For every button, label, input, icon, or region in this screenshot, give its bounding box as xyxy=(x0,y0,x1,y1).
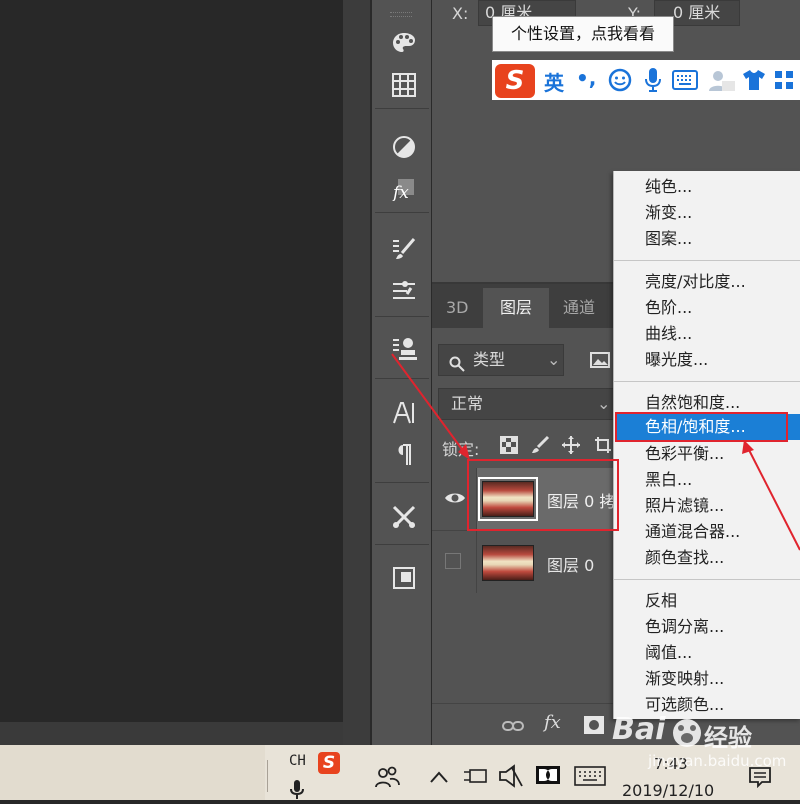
layer-style-fx-button[interactable]: fx xyxy=(544,712,561,733)
brush-presets-icon[interactable] xyxy=(391,278,417,304)
emoji-icon[interactable] xyxy=(608,68,632,96)
ime-mode-toggle[interactable]: 英 xyxy=(544,67,564,96)
tray-chevron-up-icon[interactable] xyxy=(430,768,448,787)
menu-item-gradient[interactable]: 渐变... xyxy=(645,200,692,226)
y-value: 0 厘米 xyxy=(673,3,721,22)
taskbar-lang-indicator[interactable]: CH xyxy=(289,753,306,769)
menu-item-brightness-contrast[interactable]: 亮度/对比度... xyxy=(645,269,746,295)
canvas-bottom-bar xyxy=(0,722,370,745)
soft-keyboard-icon[interactable] xyxy=(672,70,698,94)
adjustments-icon[interactable] xyxy=(391,134,417,160)
baidu-watermark: Bai xyxy=(612,712,665,747)
add-mask-icon[interactable] xyxy=(584,716,604,738)
ime-toolbar: S 英 •, xyxy=(492,60,800,100)
annotation-arrows xyxy=(391,353,800,551)
menu-item-pattern[interactable]: 图案... xyxy=(645,226,692,252)
touch-keyboard-icon[interactable] xyxy=(574,766,606,790)
ime-punctuation-toggle[interactable]: •, xyxy=(576,66,596,90)
menu-separator xyxy=(614,579,800,580)
svg-text:fx: fx xyxy=(392,183,409,201)
menu-separator xyxy=(614,260,800,261)
tab-3d[interactable]: 3D xyxy=(446,288,469,328)
tab-layers[interactable]: 图层 xyxy=(483,288,549,328)
canvas-scroll-gutter xyxy=(343,0,370,745)
user-account-icon[interactable] xyxy=(708,69,736,97)
toolbox-grid-icon[interactable] xyxy=(774,70,794,94)
skin-shirt-icon[interactable] xyxy=(742,68,766,96)
tab-3d-label: 3D xyxy=(446,298,469,317)
watermark-brand-cn: 经验 xyxy=(704,724,752,752)
tab-channels[interactable]: 通道 xyxy=(563,288,595,328)
link-layers-icon[interactable] xyxy=(502,718,524,737)
styles-fx-icon[interactable]: fx xyxy=(391,176,417,202)
menu-item-solid-color[interactable]: 纯色... xyxy=(645,174,692,200)
swatches-grid-icon[interactable] xyxy=(391,72,417,98)
network-icon[interactable] xyxy=(462,766,488,790)
tab-channels-label: 通道 xyxy=(563,298,596,317)
watermark-url: jingyan.baidu.com xyxy=(648,752,787,770)
taskbar-divider xyxy=(267,760,268,792)
taskbar-sogou-icon[interactable]: S xyxy=(318,752,340,774)
brush-settings-icon[interactable] xyxy=(391,236,417,262)
taskbar-mic-icon[interactable] xyxy=(290,780,304,804)
microphone-icon[interactable] xyxy=(644,67,662,97)
tool-group-color xyxy=(375,24,429,109)
menu-item-posterize[interactable]: 色调分离... xyxy=(645,614,724,640)
tool-group-brush xyxy=(375,216,429,317)
x-label: X: xyxy=(452,4,469,23)
people-icon[interactable] xyxy=(374,765,400,793)
palette-icon[interactable] xyxy=(391,30,417,56)
menu-item-threshold[interactable]: 阈值... xyxy=(645,640,692,666)
taskbar-clock-date[interactable]: 2019/12/10 xyxy=(622,781,714,800)
tab-layers-label: 图层 xyxy=(499,298,532,317)
sogou-logo[interactable]: S xyxy=(495,64,535,98)
strip-grip[interactable] xyxy=(390,12,412,17)
menu-item-invert[interactable]: 反相 xyxy=(645,588,677,614)
menu-item-levels[interactable]: 色阶... xyxy=(645,295,692,321)
dolby-icon[interactable] xyxy=(536,766,560,788)
tooltip-text: 个性设置，点我看看 xyxy=(510,24,655,43)
taskbar-left-region xyxy=(0,745,265,800)
baidu-paw-icon xyxy=(672,718,702,752)
ime-tooltip: 个性设置，点我看看 xyxy=(492,16,674,52)
watermark-brand: Bai xyxy=(612,712,666,747)
volume-icon[interactable] xyxy=(498,764,524,792)
menu-item-gradient-map[interactable]: 渐变映射... xyxy=(645,666,724,692)
tool-group-adjust: fx xyxy=(375,112,429,213)
document-canvas[interactable] xyxy=(0,0,343,722)
